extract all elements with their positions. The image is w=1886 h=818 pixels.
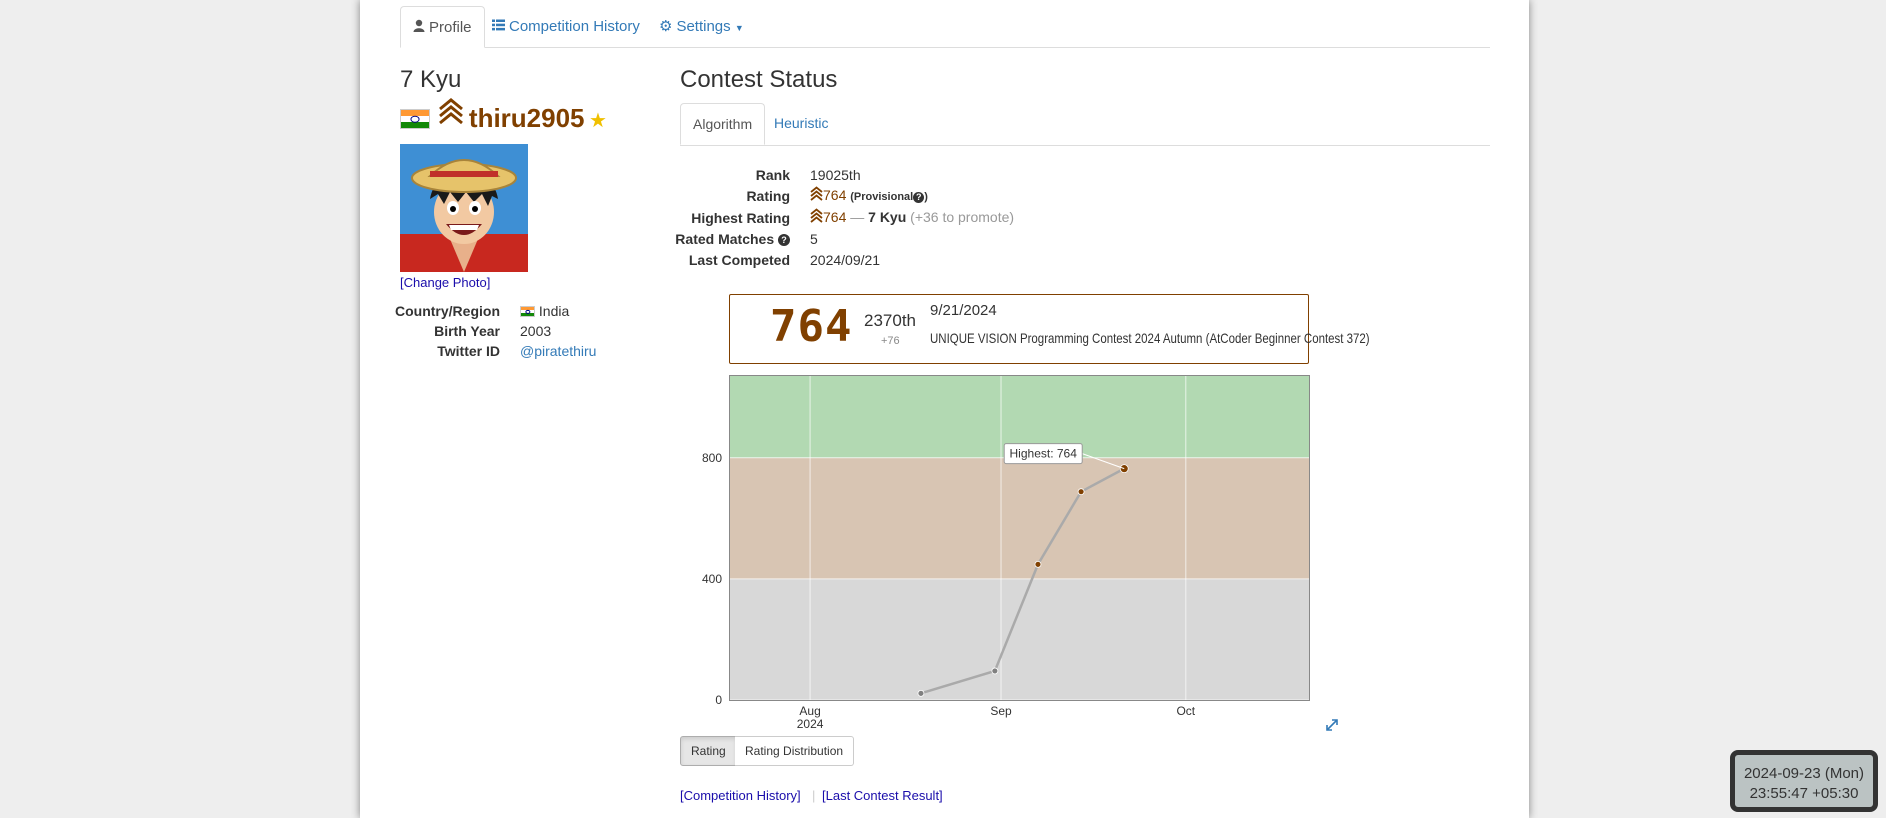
expand-icon[interactable] — [1325, 718, 1339, 737]
rating-point[interactable] — [991, 667, 999, 675]
competition-history-link[interactable]: [Competition History] — [680, 788, 801, 803]
star-icon: ★ — [588, 110, 607, 132]
caret-down-icon: ▼ — [734, 23, 744, 33]
birth-year-value: 2003 — [520, 323, 552, 339]
contest-status-heading: Contest Status — [680, 66, 838, 93]
rating-band-1 — [730, 457, 1309, 579]
rating-number: 764 — [823, 187, 847, 203]
question-circle-icon[interactable]: ? — [778, 234, 790, 246]
highest-rating-value: 764 — 7 Kyu (+36 to promote) — [810, 208, 1014, 225]
highest-kyu: 7 Kyu — [868, 209, 907, 225]
card-rating: 764 — [770, 301, 853, 352]
last-contest-result-link[interactable]: [Last Contest Result] — [822, 788, 943, 803]
x-tick-label: Aug — [799, 704, 820, 718]
rating-distribution-button[interactable]: Rating Distribution — [735, 736, 855, 766]
link-divider: | — [812, 788, 816, 803]
rated-matches-label: Rated Matches ? — [660, 231, 790, 247]
rank-title: 7 Kyu — [400, 66, 462, 93]
avatar — [400, 144, 528, 272]
rating-band-0 — [730, 578, 1309, 700]
last-competed-value: 2024/09/21 — [810, 252, 881, 268]
provisional-label: (Provisional?) — [850, 191, 928, 203]
username-link[interactable]: thiru2905 — [469, 103, 585, 133]
rating-label: Rating — [746, 188, 790, 204]
india-flag-icon — [400, 109, 430, 129]
rated-matches-value: 5 — [810, 231, 818, 247]
x-tick-label: Oct — [1176, 704, 1195, 718]
y-tick-label: 800 — [702, 451, 722, 465]
tab-competition-history[interactable]: Competition History — [480, 6, 652, 47]
rating-point[interactable] — [917, 689, 925, 697]
contest-tabs: Algorithm Heuristic — [680, 103, 1490, 146]
twitter-link[interactable]: @piratethiru — [520, 343, 596, 359]
rating-point[interactable] — [1077, 488, 1085, 496]
rating-point[interactable] — [1034, 560, 1042, 568]
x-tick-sublabel: 2024 — [797, 717, 824, 731]
highest-separator: — — [850, 209, 865, 225]
rank-label: Rank — [755, 167, 790, 183]
tab-competition-history-label: Competition History — [509, 18, 640, 35]
y-tick-label: 400 — [702, 572, 722, 586]
rating-graph-button[interactable]: Rating — [680, 736, 737, 766]
clock-widget: 2024-09-23 (Mon) 23:55:47 +05:30 — [1730, 750, 1878, 812]
card-date: 9/21/2024 — [930, 302, 997, 319]
rank-chevron-icon — [810, 186, 823, 201]
card-diff: +76 — [881, 335, 900, 347]
india-flag-icon — [520, 306, 535, 317]
user-icon — [413, 7, 425, 48]
rating-chart: 0 400 800 Aug2024 Sep Oct Highest: 764 — [702, 375, 1310, 731]
country-value: India — [520, 303, 569, 319]
last-competed-label: Last Competed — [688, 252, 790, 268]
rank-chevron-icon — [438, 97, 464, 130]
page-container: Profile Competition History ⚙ Settings ▼ … — [360, 0, 1529, 818]
card-place: 2370th — [864, 311, 916, 330]
tab-settings[interactable]: ⚙ Settings ▼ — [647, 6, 756, 47]
contest-result-card: 764 2370th +76 9/21/2024 UNIQUE VISION P… — [729, 294, 1370, 364]
card-contest-name[interactable]: UNIQUE VISION Programming Contest 2024 A… — [930, 330, 1370, 346]
country-label: Country/Region — [395, 303, 500, 319]
promote-note: (+36 to promote) — [910, 209, 1015, 225]
y-tick-label: 0 — [715, 693, 722, 707]
username-line: thiru2905 ★ — [400, 97, 607, 134]
country-text: India — [538, 303, 570, 319]
tab-profile-label: Profile — [429, 19, 472, 36]
tab-profile[interactable]: Profile — [400, 6, 485, 48]
rating-value: 764 (Provisional?) — [810, 186, 928, 203]
tab-heuristic[interactable]: Heuristic — [762, 103, 840, 144]
gear-icon: ⚙ — [659, 18, 673, 35]
twitter-label: Twitter ID — [437, 343, 500, 359]
rank-value: 19025th — [810, 167, 861, 183]
highest-rating-number: 764 — [823, 209, 847, 225]
list-icon — [492, 6, 505, 47]
clock-time: 23:55:47 +05:30 — [1749, 785, 1859, 802]
clock-date: 2024-09-23 (Mon) — [1743, 765, 1865, 782]
rank-chevron-icon — [810, 208, 823, 223]
rating-point[interactable] — [1119, 464, 1129, 474]
profile-nav-tabs: Profile Competition History ⚙ Settings ▼ — [400, 6, 1490, 48]
tab-settings-label: Settings — [676, 18, 731, 35]
tab-algorithm[interactable]: Algorithm — [680, 103, 766, 145]
birth-year-label: Birth Year — [434, 323, 500, 339]
question-circle-icon[interactable]: ? — [913, 192, 925, 203]
highest-rating-label: Highest Rating — [691, 210, 790, 226]
change-photo-link[interactable]: [Change Photo] — [400, 275, 490, 290]
highest-annotation-label: Highest: 764 — [1010, 447, 1078, 461]
x-tick-label: Sep — [990, 704, 1012, 718]
